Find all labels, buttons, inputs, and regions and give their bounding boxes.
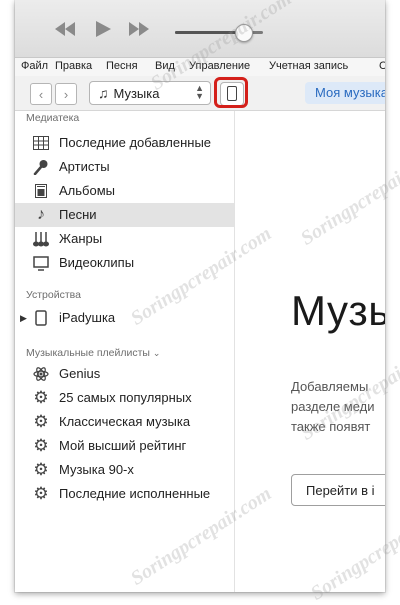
menu-song[interactable]: Песня <box>106 60 138 72</box>
microphone-icon <box>32 159 50 175</box>
menu-bar: Файл Правка Песня Вид Управление Учетная… <box>15 58 385 76</box>
sidebar-item-albums[interactable]: Альбомы <box>15 179 234 203</box>
sidebar-item-top-25[interactable]: ⚙ 25 самых популярных <box>15 386 234 410</box>
sidebar-item-label: Последние добавленные <box>59 135 212 150</box>
grid-icon <box>32 135 50 151</box>
device-name: iPadушка <box>59 310 116 325</box>
volume-slider-fill <box>175 31 239 34</box>
sidebar-item-genius[interactable]: Genius <box>15 362 234 386</box>
guitars-icon <box>32 231 50 247</box>
sidebar-item-genres[interactable]: Жанры <box>15 227 234 251</box>
sidebar-item-top-rated[interactable]: ⚙ Мой высший рейтинг <box>15 434 234 458</box>
sidebar-item-label: Видеоклипы <box>59 255 135 270</box>
sidebar-item-label: Альбомы <box>59 183 115 198</box>
page-title: Музы <box>291 287 385 334</box>
back-button[interactable]: ‹ <box>30 83 52 105</box>
sidebar-item-music-videos[interactable]: Видеоклипы <box>15 251 234 275</box>
genius-atom-icon <box>32 366 50 382</box>
sidebar: Медиатека Последние добавленные Артисты … <box>15 111 235 592</box>
fast-forward-icon[interactable] <box>127 20 151 38</box>
sidebar-item-label: Мой высший рейтинг <box>59 438 187 453</box>
music-note-icon: ♪ <box>37 206 45 223</box>
disclosure-triangle-icon[interactable]: ▶ <box>20 306 27 330</box>
sidebar-item-label: Genius <box>59 366 101 381</box>
sidebar-item-label: Песни <box>59 207 97 222</box>
chevron-right-icon: › <box>63 86 69 102</box>
main-content: Музы Добавляемы разделе меди также появя… <box>235 111 385 592</box>
sidebar-item-device[interactable]: ▶ iPadушка <box>15 306 234 330</box>
sidebar-item-label: Жанры <box>59 231 103 246</box>
devices-section-header: Устройства <box>26 289 81 301</box>
player-controls-bar <box>15 0 385 58</box>
sidebar-item-artists[interactable]: Артисты <box>15 155 234 179</box>
play-icon[interactable] <box>93 19 113 39</box>
menu-help[interactable]: С <box>379 60 385 72</box>
description-line: также появят <box>291 419 371 434</box>
monitor-icon <box>32 255 50 271</box>
menu-edit[interactable]: Правка <box>55 60 92 72</box>
goto-store-button[interactable]: Перейти в i <box>291 474 385 506</box>
gear-icon: ⚙ <box>33 388 49 407</box>
album-icon <box>32 183 50 199</box>
media-kind-label: Музыка <box>113 85 160 101</box>
playlists-section-header[interactable]: Музыкальные плейлисты ⌄ <box>26 347 160 359</box>
sidebar-item-label: Музыка 90-х <box>59 462 134 477</box>
sidebar-item-recently-played[interactable]: ⚙ Последние исполненные <box>15 482 234 506</box>
chevron-left-icon: ‹ <box>38 86 44 102</box>
menu-file[interactable]: Файл <box>21 60 48 72</box>
music-note-icon: ♫ <box>98 85 109 101</box>
sidebar-item-songs[interactable]: ♪ Песни <box>15 203 234 227</box>
forward-button[interactable]: › <box>55 83 77 105</box>
menu-view[interactable]: Вид <box>155 60 175 72</box>
sidebar-item-90s-music[interactable]: ⚙ Музыка 90-х <box>15 458 234 482</box>
chevron-up-down-icon: ▲ ▼ <box>195 83 204 101</box>
sidebar-item-label: Последние исполненные <box>59 486 211 501</box>
gear-icon: ⚙ <box>33 436 49 455</box>
sidebar-item-recently-added[interactable]: Последние добавленные <box>15 131 234 155</box>
media-kind-select[interactable]: ♫ Музыка ▲ ▼ <box>89 81 211 105</box>
menu-account[interactable]: Учетная запись <box>269 60 348 72</box>
gear-icon: ⚙ <box>33 412 49 431</box>
tab-my-music[interactable]: Моя музыка <box>305 82 385 104</box>
playlists-header-label: Музыкальные плейлисты <box>26 347 150 359</box>
main-description: Добавляемы разделе меди также появят <box>291 377 375 437</box>
sidebar-item-label: 25 самых популярных <box>59 390 192 405</box>
toolbar: ‹ › ♫ Музыка ▲ ▼ Моя музыка <box>15 76 385 111</box>
sidebar-item-classical[interactable]: ⚙ Классическая музыка <box>15 410 234 434</box>
device-button-highlight <box>214 77 248 108</box>
sidebar-item-label: Классическая музыка <box>59 414 191 429</box>
volume-slider-knob[interactable] <box>235 24 253 42</box>
rewind-icon[interactable] <box>53 20 77 38</box>
description-line: разделе меди <box>291 399 375 414</box>
sidebar-item-label: Артисты <box>59 159 110 174</box>
itunes-window: Файл Правка Песня Вид Управление Учетная… <box>15 0 385 592</box>
description-line: Добавляемы <box>291 379 369 394</box>
library-section-header: Медиатека <box>26 112 80 124</box>
gear-icon: ⚙ <box>33 460 49 479</box>
menu-controls[interactable]: Управление <box>189 60 250 72</box>
gear-icon: ⚙ <box>33 484 49 503</box>
chevron-down-icon: ⌄ <box>152 348 161 358</box>
tablet-icon <box>32 310 50 326</box>
